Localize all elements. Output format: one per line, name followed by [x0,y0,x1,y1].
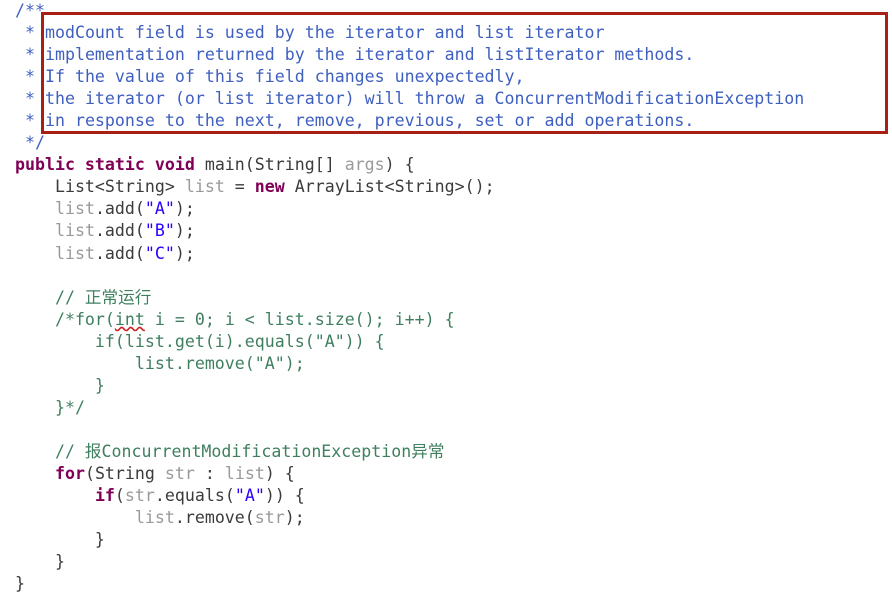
code-token-keyword: public static void [15,155,205,175]
code-token-javadoc: * [15,111,45,131]
code-token-comment: } [15,375,105,395]
code-token-string: "B" [144,221,175,241]
code-line[interactable]: }*/ [15,397,804,419]
code-token-plain: List<String> [15,177,185,197]
code-token-plain: main(String[] [204,155,345,175]
code-token-plain: .add( [94,243,145,263]
code-line[interactable]: /*for(int i = 0; i < list.size(); i++) { [15,309,804,331]
code-token-plain: .add( [94,221,145,241]
code-line[interactable]: public static void main(String[] args) { [15,154,804,176]
code-token-local: str [254,508,285,528]
code-token-javadoc: implementation returned by the iterator … [44,45,695,65]
code-token-comment: // 正常运行 [15,287,152,307]
code-token-plain: )) { [264,486,305,506]
code-token-keyword: new [254,177,285,197]
code-line[interactable]: list.remove("A"); [15,353,804,375]
code-token-string: "C" [144,243,175,263]
code-token-javadoc: * [15,67,45,87]
code-token-local: list [54,221,95,241]
code-token-plain: ); [284,508,305,528]
code-token-javadoc: * [15,45,45,65]
code-token-keyword: for [54,463,85,483]
code-line[interactable]: * the iterator (or list iterator) will t… [15,88,804,110]
code-token-local: list [54,243,95,263]
code-token-plain: .equals( [154,486,235,506]
code-token-comment: }*/ [15,397,85,417]
code-token-comment: /*for( [15,309,115,329]
code-token-plain: ) { [384,155,415,175]
code-token-plain: ); [174,221,195,241]
code-line[interactable]: if(list.get(i).equals("A")) { [15,331,804,353]
code-token-comment: if(list.get(i).equals("A")) { [15,331,385,351]
code-token-string: "A" [234,486,265,506]
code-line[interactable]: // 报ConcurrentModificationException异常 [15,441,804,463]
code-token-plain: (String [84,463,165,483]
code-token-string: "A" [144,199,175,219]
code-token-plain: .remove( [174,508,255,528]
code-line[interactable]: */ [15,132,804,154]
code-line[interactable]: * modCount field is used by the iterator… [15,22,804,44]
code-token-plain: : [194,463,225,483]
code-token-local: list [134,508,175,528]
code-token-plain: .add( [94,199,145,219]
code-line[interactable]: list.add("B"); [15,220,804,242]
code-line[interactable]: list.add("C"); [15,243,804,265]
code-token-local: list [224,463,265,483]
code-line[interactable]: if(str.equals("A")) { [15,485,804,507]
code-editor-surface[interactable]: /** * modCount field is used by the iter… [0,0,892,602]
code-token-javadoc: * [15,89,45,109]
code-text-area[interactable]: /** * modCount field is used by the iter… [15,0,804,595]
code-token-local: str [124,486,155,506]
code-token-keyword: if [94,486,115,506]
code-line[interactable]: ​ [15,419,804,441]
code-line[interactable]: * in response to the next, remove, previ… [15,110,804,132]
code-token-local: str [164,463,195,483]
code-token-plain: ); [174,243,195,263]
code-token-javadoc: in response to the next, remove, previou… [44,111,695,131]
code-token-javadoc: /** [15,1,45,20]
code-token-plain: ( [114,486,125,506]
code-token-plain: ) { [264,463,295,483]
code-token-plain: ); [174,199,195,219]
code-line[interactable]: * If the value of this field changes une… [15,66,804,88]
code-line[interactable]: list.remove(str); [15,507,804,529]
code-line[interactable]: list.add("A"); [15,198,804,220]
code-token-comment: // 报ConcurrentModificationException异常 [15,441,445,461]
code-token-plain: } [15,574,25,594]
code-token-comment: i = 0; i < list.size(); i++) { [144,309,455,329]
code-token-javadoc: modCount field is used by the iterator a… [44,23,605,43]
code-line[interactable]: } [15,573,804,595]
code-token-plain: } [15,552,65,572]
code-token-javadoc: If the value of this field changes unexp… [44,67,525,87]
code-line[interactable]: List<String> list = new ArrayList<String… [15,176,804,198]
code-token-javadoc: */ [15,133,45,153]
code-token-plain: ArrayList<String>(); [284,177,495,197]
code-token-local: list [54,199,95,219]
code-token-comment: list.remove("A"); [15,353,305,373]
code-line[interactable]: ​ [15,265,804,287]
code-token-plain: = [224,177,255,197]
code-token-javadoc: * [15,23,45,43]
code-line[interactable]: } [15,529,804,551]
code-token-local: args [344,155,385,175]
code-token-local: list [184,177,225,197]
code-token-javadoc: the iterator (or list iterator) will thr… [44,89,805,109]
code-token-plain: } [15,530,105,550]
code-line[interactable]: } [15,551,804,573]
code-line[interactable]: // 正常运行 [15,287,804,309]
code-line[interactable]: for(String str : list) { [15,463,804,485]
code-line[interactable]: /** [15,0,804,22]
code-token-error: int [114,309,145,329]
code-line[interactable]: * implementation returned by the iterato… [15,44,804,66]
code-line[interactable]: } [15,375,804,397]
